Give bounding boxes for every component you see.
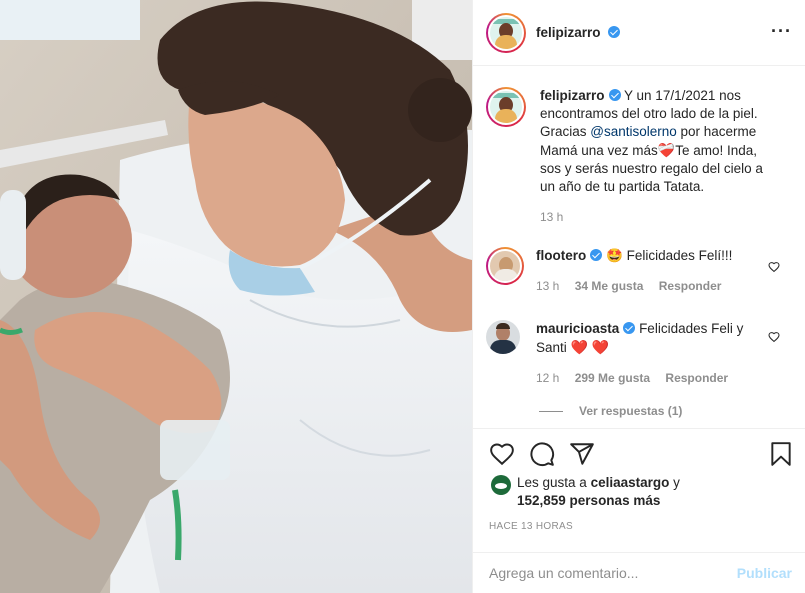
commenter-username[interactable]: mauricioasta bbox=[536, 321, 619, 336]
caption-mention-link[interactable]: @santisolerno bbox=[590, 124, 677, 139]
post-side-panel: felipizarro ··· felipizarro Y un 17/1/20… bbox=[472, 0, 805, 593]
caption-text: felipizarro Y un 17/1/2021 nos encontram… bbox=[540, 87, 770, 226]
post-timestamp[interactable]: HACE 13 HORAS bbox=[489, 521, 573, 532]
view-replies-button[interactable]: Ver respuestas (1) bbox=[539, 404, 682, 418]
photo-mother-and-newborn bbox=[0, 0, 472, 593]
verified-badge-icon bbox=[590, 249, 603, 261]
commenter-username[interactable]: flootero bbox=[536, 248, 586, 263]
post-header: felipizarro ··· bbox=[473, 0, 805, 66]
reply-button[interactable]: Responder bbox=[659, 279, 722, 293]
comment-input[interactable] bbox=[489, 563, 729, 583]
view-replies-label[interactable]: Ver respuestas (1) bbox=[579, 404, 682, 418]
commenter-avatar[interactable] bbox=[486, 247, 524, 285]
liker-avatar[interactable] bbox=[491, 475, 511, 495]
caption: felipizarro Y un 17/1/2021 nos encontram… bbox=[486, 87, 770, 226]
red-heart-emoji: ❤️ ❤️ bbox=[570, 339, 610, 355]
commenter-avatar[interactable] bbox=[486, 320, 520, 354]
comment-item: flootero 🤩 Felicidades Felí!!! 13 h 34 M… bbox=[486, 247, 766, 295]
add-comment-bar: Publicar bbox=[473, 552, 805, 593]
comment-likes[interactable]: 34 Me gusta bbox=[575, 279, 644, 293]
caption-time[interactable]: 13 h bbox=[540, 210, 563, 224]
likes-suffix: y bbox=[669, 475, 680, 490]
likes-prefix: Les gusta a bbox=[517, 475, 591, 490]
liker-username[interactable]: celiaastargo bbox=[591, 475, 670, 490]
mending-heart-emoji: ❤️‍🩹 bbox=[657, 142, 676, 158]
likes-count[interactable]: 152,859 personas más bbox=[517, 493, 660, 508]
likes-summary: Les gusta a celiaastargo y 152,859 perso… bbox=[491, 474, 680, 510]
comment-time[interactable]: 13 h bbox=[536, 279, 559, 293]
verified-badge-icon bbox=[608, 89, 621, 101]
more-options-icon[interactable]: ··· bbox=[771, 22, 792, 40]
author-avatar[interactable] bbox=[486, 12, 526, 53]
verified-badge-icon bbox=[623, 322, 636, 334]
like-comment-heart-icon[interactable] bbox=[768, 261, 780, 273]
verified-badge-icon bbox=[608, 26, 621, 38]
comment-time[interactable]: 12 h bbox=[536, 371, 559, 385]
publish-button[interactable]: Publicar bbox=[737, 565, 792, 581]
comment-likes[interactable]: 299 Me gusta bbox=[575, 371, 650, 385]
comment-text: Felicidades Felí!!! bbox=[626, 248, 733, 263]
comments-section: felipizarro Y un 17/1/2021 nos encontram… bbox=[473, 67, 805, 427]
author-username-text[interactable]: felipizarro bbox=[536, 25, 601, 40]
instagram-post: felipizarro ··· felipizarro Y un 17/1/20… bbox=[0, 0, 805, 593]
caption-username[interactable]: felipizarro bbox=[540, 88, 605, 103]
save-bookmark-icon[interactable] bbox=[768, 441, 794, 467]
like-comment-heart-icon[interactable] bbox=[768, 331, 780, 343]
action-icons bbox=[489, 441, 595, 467]
like-heart-icon[interactable] bbox=[489, 441, 515, 467]
comment-bubble-icon[interactable] bbox=[529, 441, 555, 467]
caption-avatar[interactable] bbox=[486, 87, 526, 127]
comment-item: mauricioasta Felicidades Feli y Santi ❤️… bbox=[486, 320, 766, 387]
reply-button[interactable]: Responder bbox=[665, 371, 728, 385]
post-actions: Les gusta a celiaastargo y 152,859 perso… bbox=[473, 428, 805, 593]
replies-divider-line bbox=[539, 410, 563, 412]
author-username[interactable]: felipizarro bbox=[536, 25, 621, 40]
post-photo[interactable] bbox=[0, 0, 472, 593]
star-struck-emoji: 🤩 bbox=[606, 248, 623, 263]
share-send-icon[interactable] bbox=[569, 441, 595, 467]
